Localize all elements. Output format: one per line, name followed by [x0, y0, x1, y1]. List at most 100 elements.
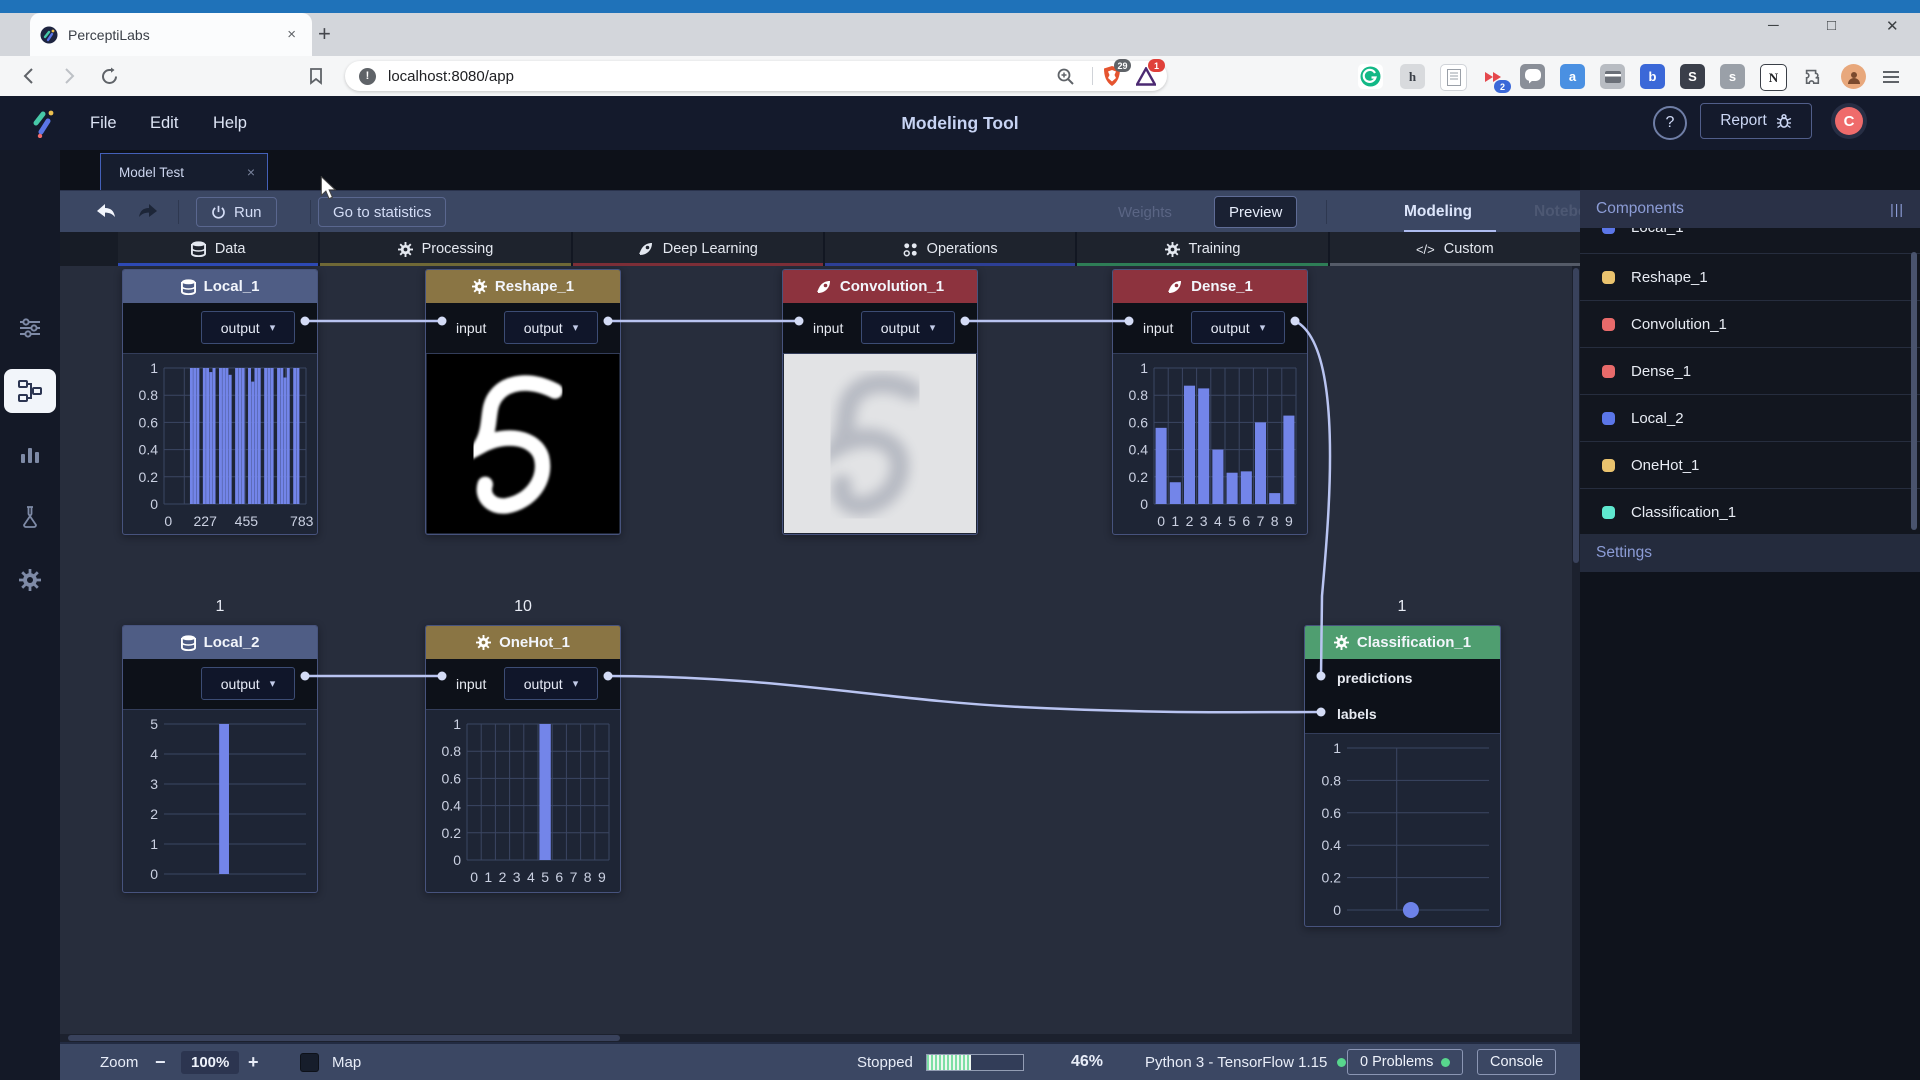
- database-icon: [181, 635, 196, 651]
- node-local-2[interactable]: Local_2 output▾ 012345: [122, 625, 318, 893]
- settings-section[interactable]: Settings: [1580, 534, 1920, 572]
- blue-extension-icon[interactable]: b: [1640, 64, 1665, 89]
- components-panel-header[interactable]: Components |||: [1580, 190, 1920, 228]
- user-avatar[interactable]: C: [1831, 103, 1867, 139]
- node-onehot-1[interactable]: OneHot_1 input output▾ 00.20.40.60.81012…: [425, 625, 621, 893]
- model-tab[interactable]: Model Test ×: [100, 153, 268, 190]
- line-chat-extension-icon[interactable]: [1520, 64, 1545, 89]
- component-list-item[interactable]: Dense_1: [1580, 348, 1920, 395]
- processing-gear-icon: [472, 279, 487, 294]
- site-info-icon[interactable]: !: [359, 68, 376, 85]
- svg-text:0.2: 0.2: [1321, 870, 1341, 886]
- component-list-item[interactable]: Convolution_1: [1580, 301, 1920, 348]
- component-list-item[interactable]: Reshape_1: [1580, 254, 1920, 301]
- component-list-item[interactable]: Classification_1: [1580, 489, 1920, 536]
- profile-avatar-icon[interactable]: [1841, 64, 1866, 89]
- sidebar-item-modeling-active[interactable]: [4, 369, 56, 413]
- honey-extension-icon[interactable]: h: [1400, 64, 1425, 89]
- weights-button[interactable]: Weights: [1118, 204, 1172, 221]
- component-list-item[interactable]: Local_2: [1580, 395, 1920, 442]
- forward-button[interactable]: [56, 63, 82, 89]
- tab-modeling[interactable]: Modeling: [1404, 203, 1472, 221]
- tab-custom[interactable]: </> Custom: [1330, 232, 1580, 266]
- components-scrollbar[interactable]: [1911, 252, 1917, 530]
- sidebar-item-settings[interactable]: [0, 558, 60, 602]
- screen: PerceptiLabs × + ─ □ ✕ ! localhost:8080/…: [0, 0, 1920, 1080]
- sidebar-item-statistics[interactable]: [0, 432, 60, 476]
- window-close-button[interactable]: ✕: [1886, 17, 1899, 35]
- canvas-vertical-scrollbar[interactable]: [1572, 266, 1580, 1042]
- model-tab-close-icon[interactable]: ×: [247, 164, 255, 180]
- input-port-label: input: [456, 303, 486, 353]
- browser-menu-icon[interactable]: [1878, 64, 1903, 89]
- grammarly-extension-icon[interactable]: [1358, 64, 1383, 89]
- page-title: Modeling Tool: [0, 96, 1920, 150]
- panel-toggle-icon[interactable]: |||: [1890, 201, 1904, 217]
- brave-shields-icon[interactable]: 29: [1099, 63, 1125, 89]
- output-variable-dropdown[interactable]: output▾: [861, 311, 955, 344]
- tab-training[interactable]: Training: [1077, 232, 1327, 266]
- brave-rewards-icon[interactable]: 1: [1133, 63, 1159, 89]
- classification-1-preview-chart: 00.20.40.60.81: [1309, 736, 1497, 925]
- canvas-horizontal-scrollbar[interactable]: [60, 1034, 1572, 1042]
- svg-text:5: 5: [150, 716, 158, 732]
- component-list-item[interactable]: Local_1: [1580, 228, 1920, 254]
- node-convolution-1[interactable]: Convolution_1 input output▾: [782, 269, 978, 535]
- back-button[interactable]: [16, 63, 42, 89]
- zoom-page-icon[interactable]: [1052, 63, 1078, 89]
- red-extension-icon[interactable]: 2: [1480, 64, 1505, 89]
- window-maximize-button[interactable]: □: [1827, 17, 1836, 34]
- svg-text:6: 6: [1242, 513, 1250, 529]
- console-button[interactable]: Console: [1477, 1049, 1556, 1075]
- new-tab-button[interactable]: +: [318, 21, 331, 47]
- tab-close-icon[interactable]: ×: [281, 26, 302, 43]
- output-variable-dropdown[interactable]: output▾: [201, 311, 295, 344]
- svg-text:0.8: 0.8: [442, 743, 462, 759]
- url-text[interactable]: localhost:8080/app: [388, 68, 1052, 85]
- node-dense-1[interactable]: Dense_1 input output▾ 00.20.40.60.810123…: [1112, 269, 1308, 535]
- output-variable-dropdown[interactable]: output▾: [1191, 311, 1285, 344]
- window-minimize-button[interactable]: ─: [1768, 17, 1779, 34]
- undo-button[interactable]: [94, 191, 118, 233]
- dark-s-extension-icon[interactable]: S: [1680, 64, 1705, 89]
- tab-deep-learning[interactable]: Deep Learning: [573, 232, 823, 266]
- output-variable-dropdown[interactable]: output▾: [201, 667, 295, 700]
- redo-button[interactable]: [136, 191, 160, 233]
- url-bar[interactable]: ! localhost:8080/app 29 1: [345, 61, 1167, 91]
- tab-operations[interactable]: Operations: [825, 232, 1075, 266]
- translate-extension-icon[interactable]: a: [1560, 64, 1585, 89]
- notes-extension-icon[interactable]: [1440, 64, 1467, 91]
- node-local-1[interactable]: Local_1 output▾ 00.20.40.60.810227455783: [122, 269, 318, 535]
- map-checkbox[interactable]: [300, 1053, 319, 1072]
- zoom-out-button[interactable]: −: [155, 1044, 166, 1080]
- bookmark-icon[interactable]: [303, 63, 329, 89]
- output-variable-dropdown[interactable]: output▾: [504, 667, 598, 700]
- tab-data[interactable]: Data: [118, 232, 318, 266]
- wallet-extension-icon[interactable]: [1600, 64, 1625, 89]
- edge-onehot1-classification1: [608, 676, 1321, 712]
- node-classification-1[interactable]: Classification_1 predictions labels 00.2…: [1304, 625, 1501, 927]
- problems-button[interactable]: 0 Problems: [1347, 1049, 1463, 1075]
- tab-processing[interactable]: Processing: [320, 232, 570, 266]
- modeling-canvas[interactable]: Local_1 output▾ 00.20.40.60.810227455783…: [60, 266, 1580, 1042]
- sidebar-item-test[interactable]: [0, 495, 60, 539]
- go-to-statistics-button[interactable]: Go to statistics: [318, 197, 446, 227]
- run-button[interactable]: Run: [196, 197, 277, 227]
- reload-button[interactable]: [96, 63, 122, 89]
- component-label: Reshape_1: [1631, 269, 1708, 286]
- component-list-item[interactable]: OneHot_1: [1580, 442, 1920, 489]
- preview-button[interactable]: Preview: [1214, 196, 1297, 228]
- notion-extension-icon[interactable]: N: [1760, 64, 1787, 91]
- browser-tab[interactable]: PerceptiLabs ×: [30, 13, 312, 56]
- report-label: Report: [1720, 112, 1767, 130]
- extensions-puzzle-icon[interactable]: [1800, 64, 1825, 89]
- help-button[interactable]: ?: [1653, 106, 1687, 140]
- svg-text:8: 8: [584, 869, 592, 885]
- report-button[interactable]: Report: [1700, 103, 1812, 139]
- output-variable-dropdown[interactable]: output▾: [504, 311, 598, 344]
- tab-data-label: Data: [215, 241, 246, 257]
- zoom-in-button[interactable]: +: [248, 1044, 259, 1080]
- gray-s-extension-icon[interactable]: s: [1720, 64, 1745, 89]
- node-reshape-1[interactable]: Reshape_1 input output▾: [425, 269, 621, 535]
- sidebar-item-data-settings[interactable]: [0, 306, 60, 350]
